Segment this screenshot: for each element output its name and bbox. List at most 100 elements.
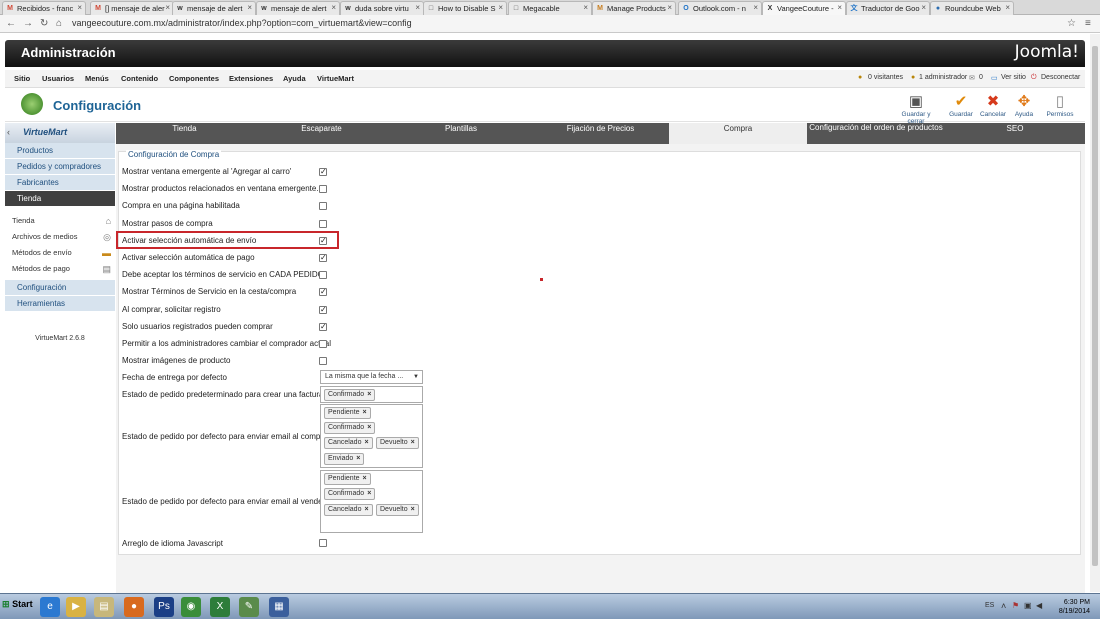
paint-icon[interactable]: ✎	[239, 597, 259, 617]
status-tag[interactable]: Cancelado ×	[324, 504, 373, 516]
clock[interactable]: 6:30 PM 8/19/2014	[1059, 598, 1090, 616]
tab-close-icon[interactable]: ×	[1005, 3, 1010, 12]
tab-escaparate[interactable]: Escaparate	[253, 123, 390, 144]
status-tag[interactable]: Cancelado ×	[324, 437, 373, 449]
option-checkbox[interactable]	[319, 357, 327, 366]
close-icon[interactable]: ×	[363, 475, 367, 482]
menu-contenido[interactable]: Contenido	[121, 74, 158, 83]
close-icon[interactable]: ×	[367, 424, 371, 431]
browser-tab[interactable]: 文 Traductor de Goo ×	[846, 1, 930, 15]
menu-sitio[interactable]: Sitio	[14, 74, 30, 83]
view-site-link[interactable]: Ver sitio	[1001, 74, 1026, 81]
firefox-icon[interactable]: ●	[124, 597, 144, 617]
reload-icon[interactable]: ↻	[40, 18, 48, 29]
browser-tab[interactable]: □ Megacable ×	[508, 1, 592, 15]
logout-link[interactable]: Desconectar	[1041, 74, 1080, 81]
option-checkbox[interactable]	[319, 340, 327, 348]
tray-volume-icon[interactable]: ◀	[1036, 601, 1042, 610]
forward-icon[interactable]: →	[23, 18, 33, 29]
invoice-status-tags[interactable]: Confirmado ×	[320, 386, 423, 403]
tab-close-icon[interactable]: ×	[753, 3, 758, 12]
collapse-icon[interactable]: ‹	[7, 127, 10, 137]
url-field[interactable]: vangeecouture.com.mx/administrator/index…	[72, 18, 412, 28]
tab-close-icon[interactable]: ×	[247, 3, 252, 12]
save-close-button[interactable]: ▣ Guardar y cerrar	[893, 91, 939, 125]
option-checkbox[interactable]: ✓	[319, 288, 327, 297]
help-button[interactable]: ✥ Ayuda	[1004, 91, 1044, 121]
tab-close-icon[interactable]: ×	[415, 3, 420, 12]
delivery-date-select[interactable]: La misma que la fecha ... ▼	[320, 370, 423, 384]
tab-close-icon[interactable]: ×	[583, 3, 588, 12]
sidebar-item-pedidos[interactable]: Pedidos y compradores	[5, 159, 115, 175]
close-icon[interactable]: ×	[411, 506, 415, 513]
back-icon[interactable]: ←	[6, 18, 16, 29]
option-checkbox[interactable]: ✓	[319, 322, 327, 331]
tray-flag-icon[interactable]: ⚑	[1012, 601, 1019, 610]
status-tag[interactable]: Pendiente ×	[324, 473, 371, 485]
permissions-button[interactable]: ▯ Permisos	[1040, 91, 1080, 121]
sidebar-item-tienda[interactable]: Tienda	[5, 191, 115, 207]
status-tag[interactable]: Devuelto ×	[376, 504, 419, 516]
status-tag[interactable]: Devuelto ×	[376, 437, 419, 449]
tab-close-icon[interactable]: ×	[331, 3, 336, 12]
close-icon[interactable]: ×	[364, 506, 368, 513]
browser-tab[interactable]: w mensaje de alert ×	[256, 1, 340, 15]
option-checkbox[interactable]	[319, 271, 327, 280]
option-checkbox[interactable]: ✓	[319, 254, 327, 262]
js-fix-checkbox[interactable]	[319, 539, 327, 547]
start-button[interactable]: ⊞ Start	[2, 599, 33, 610]
tab-close-icon[interactable]: ×	[837, 3, 842, 12]
browser-tab[interactable]: ● Roundcube Web ×	[930, 1, 1014, 15]
option-checkbox[interactable]: ✓	[319, 305, 327, 314]
sidebar-sub-tienda[interactable]: Tienda ⌂	[5, 214, 115, 229]
menu-componentes[interactable]: Componentes	[169, 74, 219, 83]
email-vendor-tags[interactable]: Pendiente × Confirmado × Cancelado × Devuel…	[320, 470, 423, 533]
tab-close-icon[interactable]: ×	[165, 3, 170, 12]
sidebar-item-productos[interactable]: Productos	[5, 143, 115, 159]
photoshop-icon[interactable]: Ps	[154, 597, 174, 617]
option-checkbox[interactable]: ✓	[319, 168, 327, 176]
status-tag[interactable]: Confirmado ×	[324, 488, 376, 500]
close-icon[interactable]: ×	[367, 490, 371, 497]
tray-network-icon[interactable]: ▣	[1024, 601, 1032, 610]
status-tag[interactable]: Confirmado ×	[324, 422, 376, 434]
status-tag[interactable]: Enviado ×	[324, 453, 365, 465]
bookmark-star-icon[interactable]: ☆	[1067, 18, 1076, 29]
close-icon[interactable]: ×	[367, 391, 371, 398]
tab-plantillas[interactable]: Plantillas	[390, 123, 532, 144]
email-buyer-tags[interactable]: Pendiente × Confirmado × Cancelado × Devuel…	[320, 404, 423, 468]
tab-close-icon[interactable]: ×	[921, 3, 926, 12]
media-player-icon[interactable]: ▶	[66, 597, 86, 617]
tab-orden-productos[interactable]: Configuración del orden de productos	[807, 123, 945, 144]
status-tag[interactable]: Pendiente ×	[324, 407, 371, 419]
option-checkbox[interactable]	[319, 202, 327, 211]
browser-menu-icon[interactable]: ≡	[1085, 18, 1091, 29]
close-icon[interactable]: ×	[411, 439, 415, 446]
menu-virtuemart[interactable]: VirtueMart	[317, 74, 354, 83]
option-checkbox[interactable]	[319, 185, 327, 194]
close-icon[interactable]: ×	[356, 455, 360, 462]
scrollbar-thumb[interactable]	[1092, 46, 1098, 566]
tab-compra[interactable]: Compra	[669, 123, 807, 144]
tab-close-icon[interactable]: ×	[667, 3, 672, 12]
ie-icon[interactable]: e	[40, 597, 60, 617]
browser-tab[interactable]: X VangeeCouture - ×	[762, 1, 846, 15]
menu-extensiones[interactable]: Extensiones	[229, 74, 273, 83]
tab-seo[interactable]: SEO	[945, 123, 1085, 144]
tab-tienda[interactable]: Tienda	[116, 123, 253, 144]
browser-tab[interactable]: M Manage Products ×	[592, 1, 676, 15]
home-icon[interactable]: ⌂	[56, 18, 62, 29]
sidebar-sub-shipping[interactable]: Métodos de envío ▬	[5, 246, 115, 261]
browser-tab[interactable]: w duda sobre virtu ×	[340, 1, 424, 15]
tab-close-icon[interactable]: ×	[498, 3, 503, 12]
sidebar-item-configuracion[interactable]: Configuración	[5, 280, 115, 296]
menu-ayuda[interactable]: Ayuda	[283, 74, 306, 83]
sidebar-sub-media[interactable]: Archivos de medios ◎	[5, 230, 115, 245]
menu-usuarios[interactable]: Usuarios	[42, 74, 74, 83]
page-scrollbar[interactable]	[1090, 34, 1100, 592]
option-checkbox[interactable]	[319, 219, 327, 228]
explorer-icon[interactable]: ▤	[94, 597, 114, 617]
network-app-icon[interactable]: ▦	[269, 597, 289, 617]
browser-tab[interactable]: M Recibidos - franc ×	[2, 1, 86, 15]
language-indicator[interactable]: ES	[985, 602, 994, 609]
